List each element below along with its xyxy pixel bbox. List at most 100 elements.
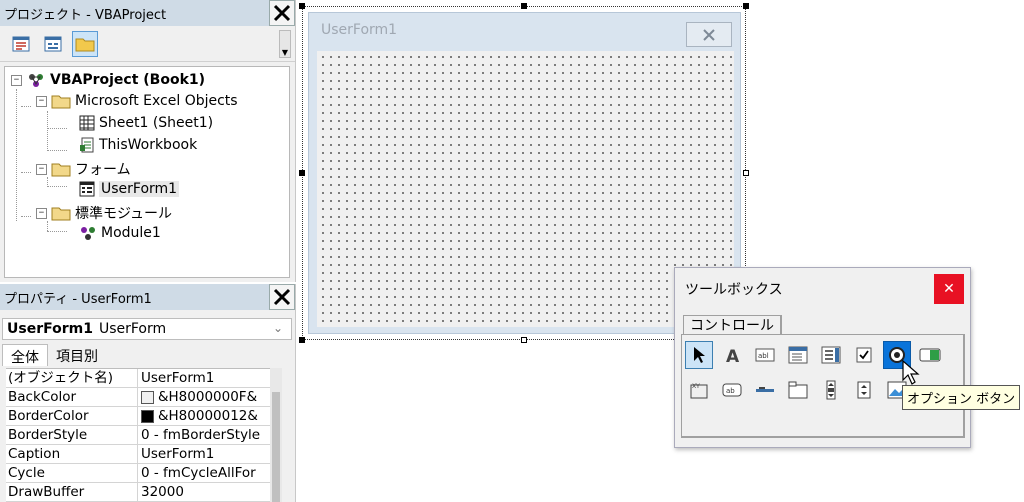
combobox-icon xyxy=(788,346,808,364)
svg-text:ab: ab xyxy=(726,387,735,395)
collapse-toggle[interactable]: − xyxy=(36,163,47,175)
close-icon xyxy=(273,288,291,306)
tree-label: VBAProject (Book1) xyxy=(50,72,206,88)
tool-command-button[interactable]: ab xyxy=(718,376,746,404)
view-code-button[interactable] xyxy=(8,31,34,57)
property-name: BackColor xyxy=(6,388,138,406)
tool-spinbutton[interactable] xyxy=(850,376,878,404)
object-type: UserForm xyxy=(98,321,167,337)
properties-tabs: 全体 項目別 xyxy=(2,344,106,366)
svg-text:abl: abl xyxy=(758,352,769,360)
property-value[interactable]: 32000 xyxy=(138,483,270,501)
toolbox-title: ツールボックス xyxy=(685,282,783,298)
toggle-button-icon xyxy=(919,348,941,362)
tree-node-forms[interactable]: − フォーム xyxy=(36,159,131,179)
object-selector[interactable]: UserForm1 UserForm ⌄ xyxy=(2,318,292,340)
command-button-icon: ab xyxy=(722,383,742,397)
tree-node-thisworkbook[interactable]: ThisWorkbook xyxy=(79,137,197,153)
property-value-text: &H80000012& xyxy=(158,408,258,424)
resize-handle xyxy=(521,3,527,9)
toolbox-close-button[interactable]: ✕ xyxy=(934,274,964,304)
project-title: プロジェクト - VBAProject xyxy=(4,7,167,23)
resize-handle xyxy=(299,337,305,343)
close-icon xyxy=(273,4,291,22)
tab-alphabetic[interactable]: 全体 xyxy=(2,344,48,366)
tool-textbox[interactable]: abl xyxy=(751,341,779,369)
resize-handle xyxy=(299,170,305,176)
tree-label: Microsoft Excel Objects xyxy=(75,93,238,109)
tooltip: オプション ボタン xyxy=(902,385,1021,410)
tool-select-objects[interactable] xyxy=(685,341,713,369)
property-row[interactable]: DrawBuffer 32000 xyxy=(6,483,270,502)
property-row[interactable]: BorderStyle 0 - fmBorderStyle xyxy=(6,426,270,445)
property-row[interactable]: Caption UserForm1 xyxy=(6,445,270,464)
tool-frame[interactable]: XY xyxy=(685,376,713,404)
tool-scrollbar[interactable] xyxy=(817,376,845,404)
property-name: (オブジェクト名) xyxy=(6,369,138,387)
project-titlebar: プロジェクト - VBAProject xyxy=(0,0,295,26)
property-row[interactable]: Cycle 0 - fmCycleAllFor xyxy=(6,464,270,483)
toolbar-overflow[interactable]: ▼ xyxy=(279,30,291,58)
tree-node-modules[interactable]: − 標準モジュール xyxy=(36,203,172,223)
properties-close-button[interactable] xyxy=(269,284,295,310)
userform-client-area[interactable] xyxy=(317,51,734,327)
resize-handle-right[interactable] xyxy=(743,170,749,176)
property-value[interactable]: &H80000012& xyxy=(138,407,270,425)
view-object-button[interactable] xyxy=(40,31,66,57)
chevron-down-icon[interactable]: ⌄ xyxy=(273,321,283,335)
property-row[interactable]: (オブジェクト名) UserForm1 xyxy=(6,369,270,388)
spinbutton-icon xyxy=(857,381,871,399)
folder-icon xyxy=(51,163,71,177)
property-grid-scrollbar[interactable] xyxy=(270,368,282,502)
folder-icon xyxy=(51,95,71,109)
pointer-icon xyxy=(694,347,705,363)
userform-icon xyxy=(79,181,95,197)
tree-node-vbaproject[interactable]: − VBAProject (Book1) xyxy=(11,71,205,89)
property-value[interactable]: 0 - fmCycleAllFor xyxy=(138,464,270,482)
tool-listbox[interactable] xyxy=(817,341,845,369)
property-value-text: UserForm1 xyxy=(141,446,215,462)
property-row[interactable]: BorderColor &H80000012& xyxy=(6,407,270,426)
scrollbar-icon xyxy=(826,380,836,400)
tree-node-excel-objects[interactable]: − Microsoft Excel Objects xyxy=(36,93,238,109)
tree-label: ThisWorkbook xyxy=(99,137,198,153)
collapse-toggle[interactable]: − xyxy=(36,95,47,107)
resize-handle-bottom[interactable] xyxy=(521,337,527,343)
resize-handle xyxy=(743,3,749,9)
project-tree: − VBAProject (Book1) − Microsoft Excel O… xyxy=(4,66,290,278)
property-value-text: 32000 xyxy=(141,484,184,500)
project-explorer: プロジェクト - VBAProject ▼ − VBAProject (Book… xyxy=(0,0,296,282)
properties-title: プロパティ - UserForm1 xyxy=(4,291,152,307)
tree-node-sheet1[interactable]: Sheet1 (Sheet1) xyxy=(79,115,213,131)
toggle-folders-button[interactable] xyxy=(72,30,98,57)
tool-multipage[interactable] xyxy=(784,376,812,404)
property-name: Caption xyxy=(6,445,138,463)
tool-combobox[interactable] xyxy=(784,341,812,369)
property-value[interactable]: 0 - fmBorderStyle xyxy=(138,426,270,444)
tree-node-module1[interactable]: Module1 xyxy=(79,225,161,241)
property-value[interactable]: UserForm1 xyxy=(138,445,270,463)
collapse-toggle[interactable]: − xyxy=(36,207,47,219)
property-value[interactable]: UserForm1 xyxy=(138,369,270,387)
folder-icon xyxy=(75,38,95,51)
property-name: BorderStyle xyxy=(6,426,138,444)
scrollbar-thumb[interactable] xyxy=(272,392,280,502)
object-name: UserForm1 xyxy=(7,321,93,337)
tool-checkbox[interactable] xyxy=(850,341,878,369)
tree-label: 標準モジュール xyxy=(75,206,173,222)
tree-node-userform1[interactable]: UserForm1 xyxy=(79,181,180,197)
view-code-icon xyxy=(12,36,30,51)
property-row[interactable]: BackColor &H8000000F& xyxy=(6,388,270,407)
project-close-button[interactable] xyxy=(269,0,295,26)
collapse-toggle[interactable]: − xyxy=(11,74,22,86)
property-value[interactable]: &H8000000F& xyxy=(138,388,270,406)
color-swatch xyxy=(141,390,154,404)
tab-categorized[interactable]: 項目別 xyxy=(48,344,106,366)
frame-icon: XY xyxy=(690,383,708,399)
userform-close-button[interactable] xyxy=(686,22,732,47)
project-toolbar: ▼ xyxy=(0,26,295,62)
tool-tabstrip[interactable] xyxy=(751,376,779,404)
worksheet-icon xyxy=(79,115,95,131)
view-object-icon xyxy=(44,36,62,51)
tool-label[interactable]: A xyxy=(718,341,746,369)
